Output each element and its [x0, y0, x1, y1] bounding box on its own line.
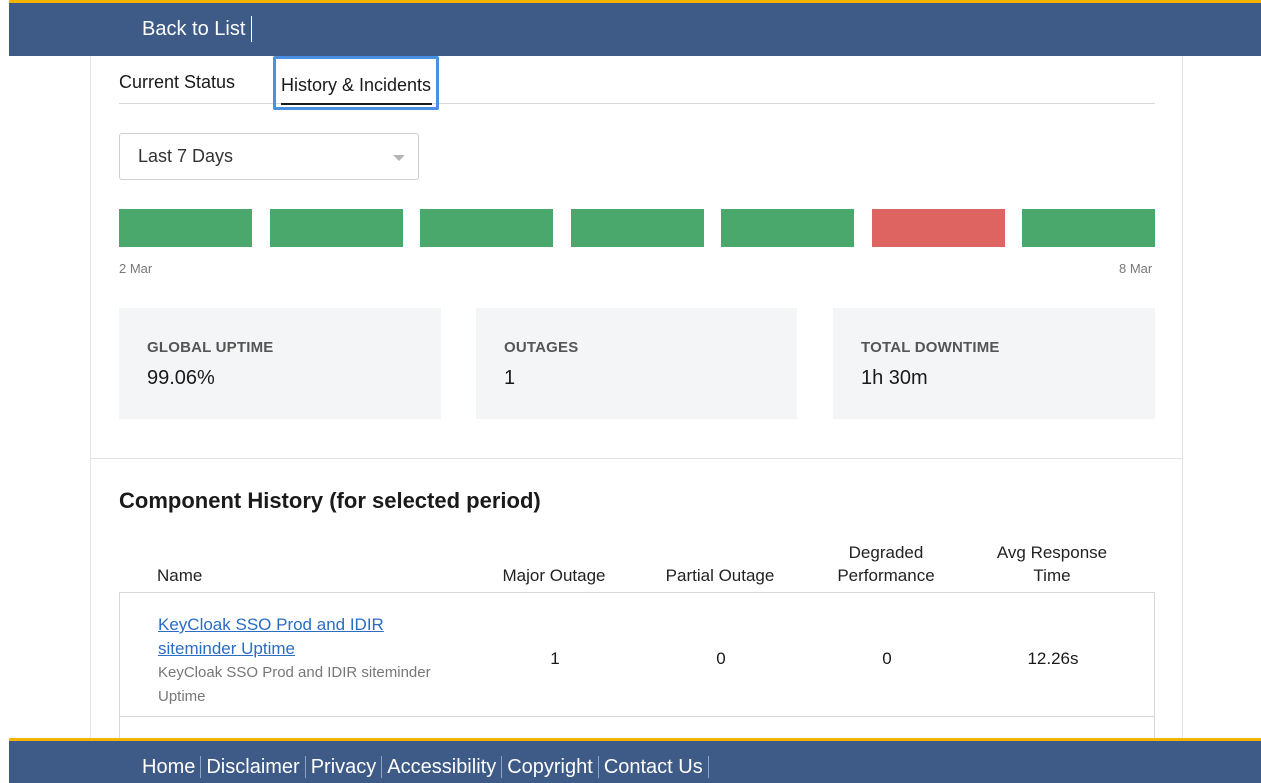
- major-outage-value: 1: [550, 649, 560, 668]
- timeline-day-bar[interactable]: [119, 209, 252, 247]
- period-select[interactable]: Last 7 Days: [119, 133, 419, 180]
- section-divider: [91, 458, 1182, 459]
- column-header-degraded-performance: Degraded Performance: [808, 541, 964, 587]
- component-history-table: KeyCloak SSO Prod and IDIR siteminder Up…: [119, 592, 1155, 752]
- timeline-day-bar[interactable]: [570, 209, 704, 247]
- stat-label: TOTAL DOWNTIME: [861, 339, 1000, 356]
- component-history-title: Component History (for selected period): [119, 488, 541, 513]
- degraded-performance-value: 0: [882, 649, 892, 668]
- tab-history-incidents[interactable]: History & Incidents: [273, 56, 439, 110]
- period-select-value: Last 7 Days: [138, 146, 234, 166]
- column-header-line: Performance: [837, 566, 935, 585]
- stat-outages: OUTAGES 1: [476, 308, 797, 419]
- stat-value: 1h 30m: [861, 367, 928, 389]
- tab-history-incidents-label: History & Incidents: [281, 73, 432, 105]
- uptime-timeline: [119, 209, 1155, 247]
- column-header-line: Avg Response: [996, 543, 1108, 562]
- footer-link-privacy[interactable]: Privacy: [306, 756, 383, 778]
- column-header-major-outage: Major Outage: [502, 566, 606, 585]
- avg-response-time-value: 12.26s: [1027, 649, 1079, 668]
- component-name-link[interactable]: KeyCloak SSO Prod and IDIR siteminder Up…: [158, 613, 418, 661]
- footer-links: Home Disclaimer Privacy Accessibility Co…: [142, 756, 709, 778]
- top-bar: Back to List: [9, 0, 1261, 56]
- timeline-day-bar[interactable]: [269, 209, 403, 247]
- stat-value: 1: [504, 367, 516, 389]
- footer-link-contact-us[interactable]: Contact Us: [599, 756, 709, 778]
- footer-link-copyright[interactable]: Copyright: [502, 756, 599, 778]
- partial-outage-value: 0: [716, 649, 726, 668]
- chevron-down-icon: [393, 155, 405, 161]
- column-header-line: Time: [1033, 566, 1071, 585]
- table-row: KeyCloak SSO Prod and IDIR siteminder Up…: [120, 593, 1154, 717]
- tab-current-status[interactable]: Current Status: [119, 70, 235, 94]
- timeline-end-date: 8 Mar: [1119, 261, 1153, 276]
- timeline-start-date: 2 Mar: [119, 261, 153, 276]
- back-to-list-link[interactable]: Back to List: [142, 16, 253, 42]
- stat-label: GLOBAL UPTIME: [147, 339, 274, 356]
- footer-link-disclaimer[interactable]: Disclaimer: [201, 756, 306, 778]
- timeline-day-bar[interactable]: [721, 209, 854, 247]
- stat-global-uptime: GLOBAL UPTIME 99.06%: [119, 308, 441, 419]
- footer-link-home[interactable]: Home: [142, 756, 202, 778]
- stat-total-downtime: TOTAL DOWNTIME 1h 30m: [833, 308, 1155, 419]
- column-header-avg-response-time: Avg Response Time: [976, 541, 1128, 587]
- column-header-partial-outage: Partial Outage: [665, 566, 775, 585]
- timeline-day-bar[interactable]: [420, 209, 553, 247]
- component-description: KeyCloak SSO Prod and IDIR siteminder Up…: [158, 664, 431, 705]
- tab-bar: Current Status History & Incidents: [119, 56, 1155, 110]
- timeline-day-bar[interactable]: [1022, 209, 1155, 247]
- main-panel: Current Status History & Incidents Last …: [90, 56, 1183, 752]
- stat-label: OUTAGES: [504, 339, 579, 356]
- timeline-day-bar[interactable]: [871, 209, 1005, 247]
- footer-link-accessibility[interactable]: Accessibility: [382, 756, 503, 778]
- column-header-line: Degraded: [848, 543, 924, 562]
- stat-value: 99.06%: [147, 367, 215, 389]
- footer: Home Disclaimer Privacy Accessibility Co…: [9, 738, 1261, 783]
- column-header-name: Name: [157, 566, 203, 585]
